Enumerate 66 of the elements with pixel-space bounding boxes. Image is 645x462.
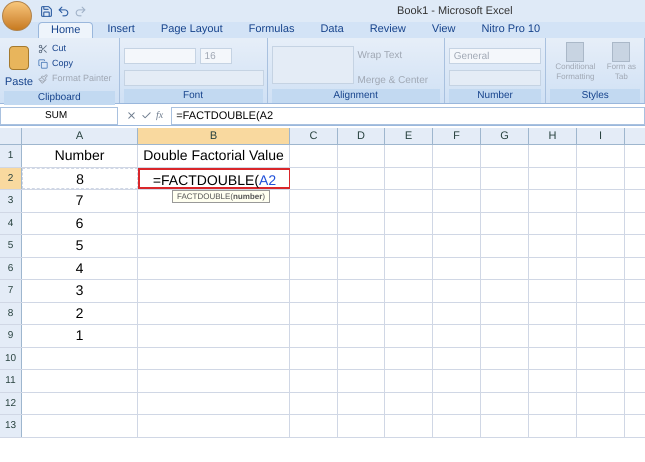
group-label: Number xyxy=(448,89,542,103)
window-title: Book1 - Microsoft Excel xyxy=(397,4,513,19)
function-button[interactable]: fx xyxy=(156,108,164,123)
ribbon-tab[interactable]: Nitro Pro 10 xyxy=(469,22,552,38)
table-style-icon xyxy=(566,42,584,62)
row-header[interactable]: 9 xyxy=(0,325,22,346)
cell-text: Double Factorial Value xyxy=(143,147,284,163)
cancel-icon[interactable] xyxy=(126,110,137,121)
row-header[interactable]: 1 xyxy=(0,145,22,166)
undo-icon[interactable] xyxy=(57,4,70,18)
ribbon-item-label[interactable]: Copy xyxy=(52,57,74,70)
row-header[interactable]: 12 xyxy=(0,392,22,414)
column-header[interactable]: B xyxy=(138,128,290,144)
row-header[interactable]: 5 xyxy=(0,235,22,256)
cell-text: 6 xyxy=(76,214,84,230)
ribbon-tab[interactable]: Home xyxy=(38,22,94,38)
cell-text: 5 xyxy=(76,237,84,253)
ribbon-item-label[interactable]: Cut xyxy=(52,42,66,55)
office-button[interactable] xyxy=(2,1,32,31)
column-header[interactable]: H xyxy=(529,128,577,144)
scissors-icon xyxy=(38,44,48,54)
group-label: Clipboard xyxy=(4,90,115,104)
group-label: Styles xyxy=(550,89,640,103)
cell-text: 3 xyxy=(76,282,84,298)
ribbon-tab[interactable]: Page Layout xyxy=(148,22,235,38)
copy-icon xyxy=(38,58,48,68)
cell-text: 4 xyxy=(76,260,84,276)
column-header[interactable]: D xyxy=(338,128,385,144)
active-cell[interactable]: =FACTDOUBLE(A2 xyxy=(138,168,290,189)
paintbrush-icon xyxy=(38,74,48,84)
table-style-icon xyxy=(612,42,630,62)
function-tooltip: FACTDOUBLE(number) xyxy=(172,190,270,203)
redo-icon[interactable] xyxy=(74,4,87,18)
row-header[interactable]: 6 xyxy=(0,258,22,279)
clipboard-icon[interactable] xyxy=(9,46,29,70)
cell-text: 1 xyxy=(76,327,84,343)
ribbon-tab[interactable]: Insert xyxy=(95,22,147,38)
column-header[interactable]: I xyxy=(577,128,625,144)
paste-button[interactable]: Paste xyxy=(4,74,34,90)
column-header[interactable]: G xyxy=(481,128,529,144)
copied-cell[interactable]: 8 xyxy=(22,168,138,189)
ribbon-tab[interactable]: Data xyxy=(308,22,356,38)
save-icon[interactable] xyxy=(40,4,53,18)
column-header[interactable]: C xyxy=(290,128,338,144)
row-header[interactable]: 13 xyxy=(0,415,22,436)
name-box[interactable]: SUM xyxy=(0,106,118,124)
cell-text: 2 xyxy=(76,304,84,320)
font-name-field[interactable] xyxy=(124,48,196,64)
formula-field[interactable]: =FACTDOUBLE(A2 xyxy=(171,106,645,124)
row-header[interactable]: 11 xyxy=(0,370,22,392)
column-header[interactable]: F xyxy=(433,128,481,144)
enter-icon[interactable] xyxy=(141,110,152,121)
group-label: Font xyxy=(124,89,263,103)
row-header[interactable]: 8 xyxy=(0,302,22,324)
ribbon-tab[interactable]: View xyxy=(420,22,468,38)
cell-text: Number xyxy=(54,147,104,163)
column-header[interactable]: E xyxy=(385,128,433,144)
row-header[interactable]: 10 xyxy=(0,348,22,369)
group-label: Alignment xyxy=(272,89,440,103)
row-header[interactable]: 7 xyxy=(0,280,22,302)
ribbon-tab[interactable]: Review xyxy=(358,22,418,38)
row-header[interactable]: 2 xyxy=(0,168,22,189)
ribbon-tab[interactable]: Formulas xyxy=(236,22,306,38)
row-header[interactable]: 4 xyxy=(0,212,22,234)
cell-text: 7 xyxy=(76,192,84,208)
row-header[interactable]: 3 xyxy=(0,190,22,212)
